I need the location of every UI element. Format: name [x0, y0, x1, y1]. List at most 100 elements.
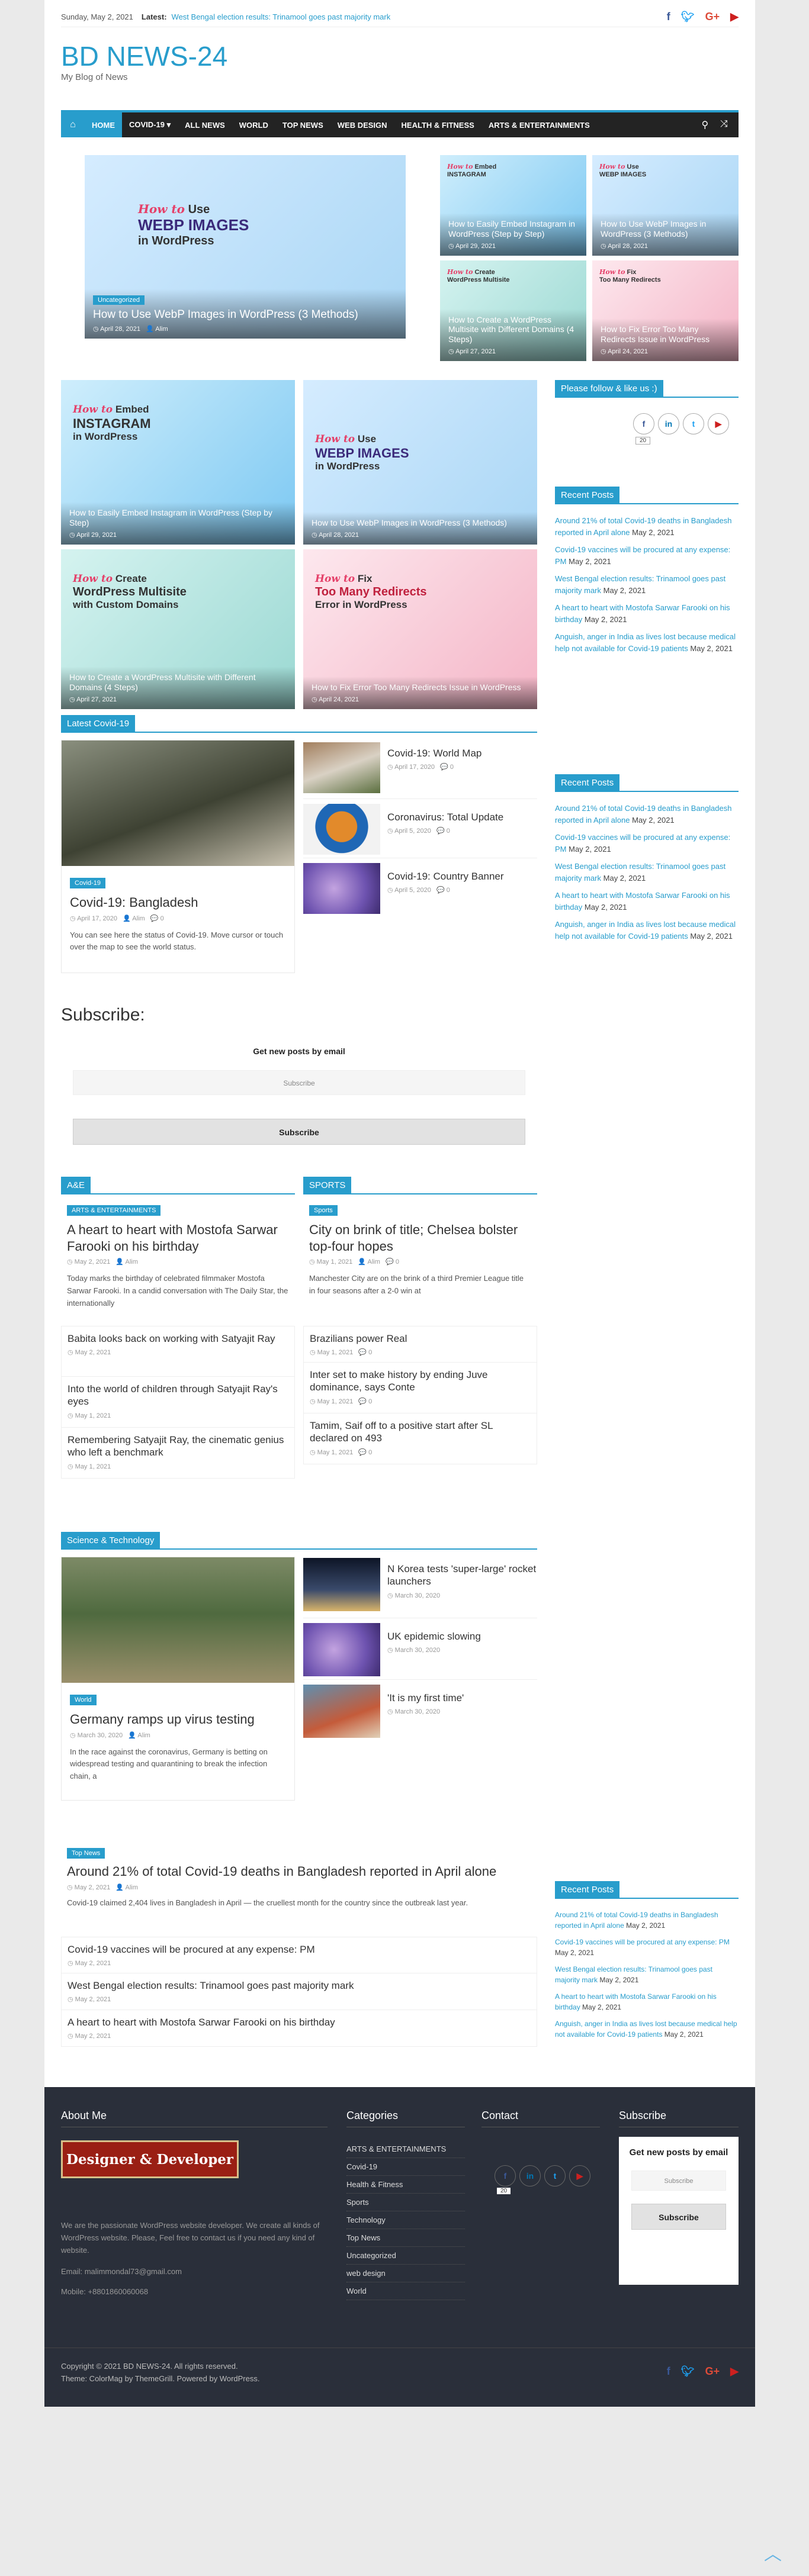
post-title[interactable]: How to Use WebP Images in WordPress (3 M…	[312, 518, 529, 528]
category-link[interactable]: Top News	[346, 2229, 465, 2247]
featured-main-title[interactable]: How to Use WebP Images in WordPress (3 M…	[93, 308, 397, 322]
post-thumbnail[interactable]	[303, 863, 380, 914]
post-title[interactable]: How to Fix Error Too Many Redirects Issu…	[312, 682, 529, 693]
post-title[interactable]: Into the world of children through Satya…	[68, 1383, 288, 1408]
post-title[interactable]: 'It is my first time'	[387, 1692, 464, 1704]
post-thumbnail[interactable]	[303, 742, 380, 793]
subscribe-button[interactable]: Subscribe	[73, 1119, 525, 1145]
subscribe-email-input[interactable]: Subscribe	[73, 1070, 525, 1095]
post-title[interactable]: How to Create a WordPress Multisite with…	[448, 315, 578, 344]
nav-item-web-design[interactable]: WEB DESIGN	[330, 112, 394, 137]
post-image[interactable]	[62, 1557, 294, 1683]
twitter-icon[interactable]: t	[683, 413, 704, 434]
category-link[interactable]: web design	[346, 2265, 465, 2282]
post-title[interactable]: Remembering Satyajit Ray, the cinematic …	[68, 1434, 288, 1459]
post-title[interactable]: West Bengal election results: Trinamool …	[68, 1979, 531, 1992]
post-title[interactable]: How to Fix Error Too Many Redirects Issu…	[601, 324, 730, 344]
post-title[interactable]: Germany ramps up virus testing	[70, 1711, 286, 1728]
post-title[interactable]: Coronavirus: Total Update	[387, 811, 503, 823]
post-title[interactable]: How to Create a WordPress Multisite with…	[69, 672, 287, 693]
post-title[interactable]: Covid-19 vaccines will be procured at an…	[68, 1943, 531, 1956]
linkedin-icon[interactable]: in	[658, 413, 679, 434]
category-badge[interactable]: Top News	[67, 1848, 105, 1859]
post-title[interactable]: Inter set to make history by ending Juve…	[310, 1368, 531, 1394]
post-title[interactable]: Covid-19: Country Banner	[387, 870, 504, 883]
post-thumbnail[interactable]	[303, 1623, 380, 1676]
post-title[interactable]: How to Easily Embed Instagram in WordPre…	[69, 508, 287, 528]
post-image[interactable]	[62, 740, 294, 866]
google-plus-icon[interactable]: G+	[705, 2365, 720, 2378]
category-link[interactable]: Technology	[346, 2211, 465, 2229]
twitter-icon[interactable]: t	[544, 2165, 566, 2187]
recent-post-link[interactable]: Covid-19 vaccines will be procured at an…	[555, 1938, 730, 1946]
category-badge[interactable]: Uncategorized	[93, 295, 145, 305]
grid-post[interactable]: How to Create WordPress Multisite with Cus…	[61, 549, 295, 709]
recent-post-link[interactable]: A heart to heart with Mostofa Sarwar Far…	[555, 1992, 717, 2011]
post-thumbnail[interactable]	[303, 804, 380, 855]
google-plus-icon[interactable]: G+	[705, 11, 720, 23]
nav-item-home[interactable]: HOME	[85, 112, 122, 137]
post-title[interactable]: UK epidemic slowing	[387, 1630, 481, 1643]
nav-item-all-news[interactable]: ALL NEWS	[178, 112, 232, 137]
grid-post[interactable]: How to Use WEBP IMAGES in WordPress How to…	[303, 380, 537, 545]
category-link[interactable]: World	[346, 2282, 465, 2300]
post-title[interactable]: N Korea tests 'super-large' rocket launc…	[387, 1563, 537, 1588]
recent-post-link[interactable]: Anguish, anger in India as lives lost be…	[555, 2020, 737, 2039]
post-thumbnail[interactable]	[303, 1685, 380, 1738]
post-title[interactable]: A heart to heart with Mostofa Sarwar Far…	[67, 1222, 289, 1254]
grid-post[interactable]: How to Fix Too Many Redirects Error in Wor…	[303, 549, 537, 709]
post-title[interactable]: Tamim, Saif off to a positive start afte…	[310, 1419, 531, 1445]
category-badge[interactable]: Covid-19	[70, 878, 106, 888]
featured-small-post[interactable]: How to Fix Too Many Redirects How to Fix …	[592, 260, 739, 361]
nav-item-top-news[interactable]: TOP NEWS	[275, 112, 330, 137]
site-title[interactable]: BD NEWS-24	[61, 40, 227, 72]
footer-email[interactable]: Email: malimmondal73@gmail.com	[61, 2266, 328, 2278]
linkedin-icon[interactable]: in	[519, 2165, 541, 2187]
recent-post-link[interactable]: A heart to heart with Mostofa Sarwar Far…	[555, 603, 730, 624]
post-title[interactable]: Around 21% of total Covid-19 deaths in B…	[67, 1863, 529, 1880]
category-link[interactable]: Sports	[346, 2194, 465, 2211]
search-icon[interactable]: ⚲	[701, 119, 708, 131]
nav-item-world[interactable]: WORLD	[232, 112, 275, 137]
featured-main-post[interactable]: How to Use WEBP IMAGES in WordPress Uncate…	[85, 155, 406, 339]
facebook-icon[interactable]: f	[495, 2165, 516, 2187]
category-badge[interactable]: Sports	[309, 1205, 338, 1216]
category-link[interactable]: Health & Fitness	[346, 2176, 465, 2194]
facebook-icon[interactable]: f	[633, 413, 654, 434]
recent-post-link[interactable]: A heart to heart with Mostofa Sarwar Far…	[555, 891, 730, 912]
post-title[interactable]: How to Use WebP Images in WordPress (3 M…	[601, 219, 730, 239]
featured-small-post[interactable]: How to Embed INSTAGRAM How to Easily Embe…	[440, 155, 586, 256]
post-title[interactable]: A heart to heart with Mostofa Sarwar Far…	[68, 2016, 531, 2028]
featured-small-post[interactable]: How to Create WordPress Multisite How to …	[440, 260, 586, 361]
post-title[interactable]: Covid-19: World Map	[387, 747, 481, 759]
facebook-icon[interactable]: f	[667, 11, 670, 23]
category-link[interactable]: ARTS & ENTERTAINMENTS	[346, 2140, 465, 2158]
facebook-icon[interactable]: f	[667, 2365, 670, 2378]
post-title[interactable]: City on brink of title; Chelsea bolster …	[309, 1222, 531, 1254]
grid-post[interactable]: How to Embed INSTAGRAM in WordPress How to…	[61, 380, 295, 545]
category-link[interactable]: Covid-19	[346, 2158, 465, 2176]
footer-subscribe-input[interactable]: Subscribe	[631, 2171, 726, 2191]
news-ticker-link[interactable]: West Bengal election results: Trinamool …	[172, 12, 391, 21]
post-title[interactable]: Brazilians power Real	[310, 1332, 531, 1345]
youtube-icon[interactable]: ▶	[730, 11, 739, 23]
home-icon[interactable]: ⌂	[61, 112, 85, 137]
nav-item-arts[interactable]: ARTS & ENTERTAINMENTS	[481, 112, 597, 137]
youtube-icon[interactable]: ▶	[569, 2165, 590, 2187]
featured-small-post[interactable]: How to Use WEBP IMAGES How to Use WebP Im…	[592, 155, 739, 256]
post-title[interactable]: Babita looks back on working with Satyaj…	[68, 1332, 288, 1345]
category-badge[interactable]: ARTS & ENTERTAINMENTS	[67, 1205, 161, 1216]
category-badge[interactable]: World	[70, 1695, 97, 1705]
twitter-icon[interactable]: 🐦︎	[681, 2365, 695, 2378]
post-title[interactable]: How to Easily Embed Instagram in WordPre…	[448, 219, 578, 239]
youtube-icon[interactable]: ▶	[730, 2365, 739, 2378]
category-link[interactable]: Uncategorized	[346, 2247, 465, 2265]
twitter-icon[interactable]: 🐦︎	[681, 11, 695, 23]
nav-item-health[interactable]: HEALTH & FITNESS	[394, 112, 481, 137]
youtube-icon[interactable]: ▶	[708, 413, 729, 434]
random-post-icon[interactable]: ⤨	[720, 119, 728, 131]
footer-subscribe-button[interactable]: Subscribe	[631, 2204, 726, 2230]
scroll-to-top-icon[interactable]: ︿	[764, 2539, 782, 2565]
nav-item-covid[interactable]: COVID-19 ▾	[122, 112, 178, 137]
post-title[interactable]: Covid-19: Bangladesh	[70, 894, 286, 911]
